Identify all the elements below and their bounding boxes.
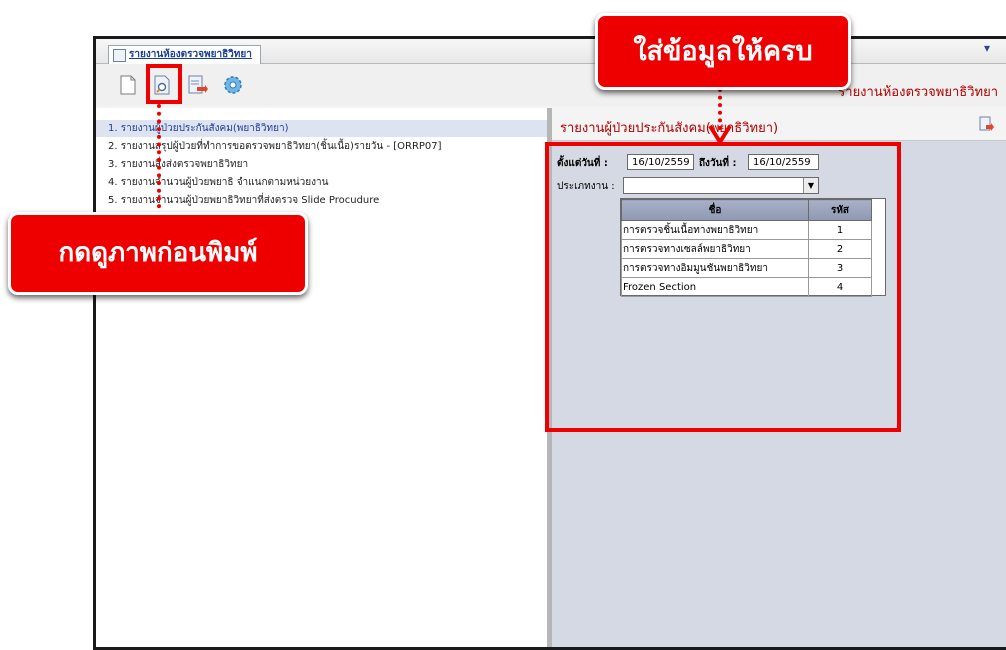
tab-menu-arrow-icon[interactable]: ▾ (984, 41, 990, 55)
report-item[interactable]: 3. รายงานสิ่งส่งตรวจพยาธิวิทยา (96, 156, 547, 173)
callout-arrow-icon (708, 124, 732, 146)
toolbar-title: รายงานห้องตรวจพยาธิวิทยา (838, 85, 998, 100)
export-icon[interactable] (186, 74, 208, 96)
export-report-icon[interactable] (978, 116, 994, 132)
form-title: รายงานผู้ป่วยประกันสังคม(พยาธิวิทยา) (560, 121, 779, 136)
preview-connector (157, 104, 161, 216)
report-item[interactable]: 2. รายงานสรุปผู้ป่วยที่ทำการขอตรวจพยาธิว… (96, 138, 547, 155)
tab-label: รายงานห้องตรวจพยาธิวิทยา (129, 49, 252, 60)
fill-data-callout: ใส่ข้อมูลให้ครบ (595, 13, 851, 90)
report-item[interactable]: 5. รายงานจำนวนผู้ป่วยพยาธิวิทยาที่ส่งตรว… (96, 192, 547, 209)
toolbar: รายงานห้องตรวจพยาธิวิทยา (96, 64, 1006, 106)
report-item[interactable]: 4. รายงานจำนวนผู้ป่วยพยาธิ จำแนกตามหน่วย… (96, 174, 547, 191)
tab-bar: รายงานห้องตรวจพยาธิวิทยา ▾ (96, 39, 1006, 64)
preview-callout: กดดูภาพก่อนพิมพ์ (8, 212, 308, 295)
report-list: 1. รายงานผู้ป่วยประกันสังคม(พยาธิวิทยา) … (96, 108, 548, 647)
form-header: รายงานผู้ป่วยประกันสังคม(พยาธิวิทยา) (552, 108, 1006, 141)
new-document-icon[interactable] (117, 74, 139, 96)
settings-gear-icon[interactable] (222, 74, 244, 96)
report-item[interactable]: 1. รายงานผู้ป่วยประกันสังคม(พยาธิวิทยา) (96, 120, 547, 137)
form-highlight-frame (545, 142, 901, 432)
preview-highlight-frame (146, 64, 182, 104)
tab-pathology-reports[interactable]: รายงานห้องตรวจพยาธิวิทยา (108, 45, 261, 64)
report-tab-icon (113, 49, 126, 62)
